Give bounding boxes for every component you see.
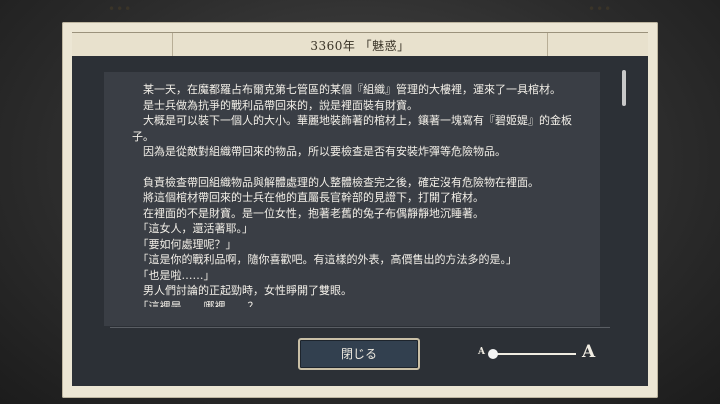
dialog-titlebar: 3360年 「魅惑」 [72,32,648,58]
dialog-title: 3360年 「魅惑」 [310,39,410,53]
title-dots-right-icon: ••• [588,2,613,16]
text-line: 在裡面的不是財寶。是一位女性，抱著老舊的兔子布偶靜靜地沉睡著。 [132,206,484,220]
text-line: 「要如何處理呢？」 [132,237,237,251]
slider-knob[interactable] [488,349,498,359]
slider-track[interactable] [492,353,576,355]
close-button[interactable]: 閉じる [298,338,420,370]
large-font-label: A [582,342,596,362]
small-font-label: A [478,347,485,357]
text-line: 大概是可以裝下一個人的大小。華麗地裝飾著的棺材上，鑲著一塊寫有『碧姬媞』的金板 [132,114,572,127]
scroll-thumb[interactable] [622,70,626,106]
text-line: 因為是從敵對組織帶回來的物品，所以要檢查是否有安裝炸彈等危險物品。 [132,145,506,158]
text-line: 「這女人，還活著耶。」 [132,222,253,235]
text-line: 負責檢查帶回組織物品與解體處理的人整體檢查完之後，確定沒有危險物在裡面。 [132,175,539,189]
text-line: 將這個棺材帶回來的士兵在他的直屬長官幹部的見證下，打開了棺材。 [132,191,484,204]
title-dots-left-icon: ••• [108,2,133,16]
bottom-divider [110,327,610,328]
story-text: 某一天，在魔都羅占布爾克第七管區的某個『組織』管理的大樓裡，運來了一具棺材。 是… [132,82,572,307]
title-inner-box: 3360年 「魅惑」 [172,33,548,57]
vertical-scrollbar[interactable] [620,68,628,326]
text-line: 子。 [132,129,154,143]
text-line: 「也是啦……」 [132,268,215,282]
text-line: 男人們討論的正起勁時，女性睜開了雙眼。 [132,284,352,297]
text-line: 是士兵做為抗爭的戰利品帶回來的，說是裡面裝有財寶。 [132,98,418,112]
story-text-area[interactable]: 某一天，在魔都羅占布爾克第七管區的某個『組織』管理的大樓裡，運來了一具棺材。 是… [104,72,600,326]
text-line: 「這是你的戰利品啊，隨你喜歡吧。有這樣的外表，高價售出的方法多的是。」 [132,253,517,266]
text-line: 某一天，在魔都羅占布爾克第七管區的某個『組織』管理的大樓裡，運來了一具棺材。 [132,83,561,96]
font-size-slider[interactable]: A A [478,342,602,364]
text-line: 「這裡是……哪裡……？ [132,299,259,307]
